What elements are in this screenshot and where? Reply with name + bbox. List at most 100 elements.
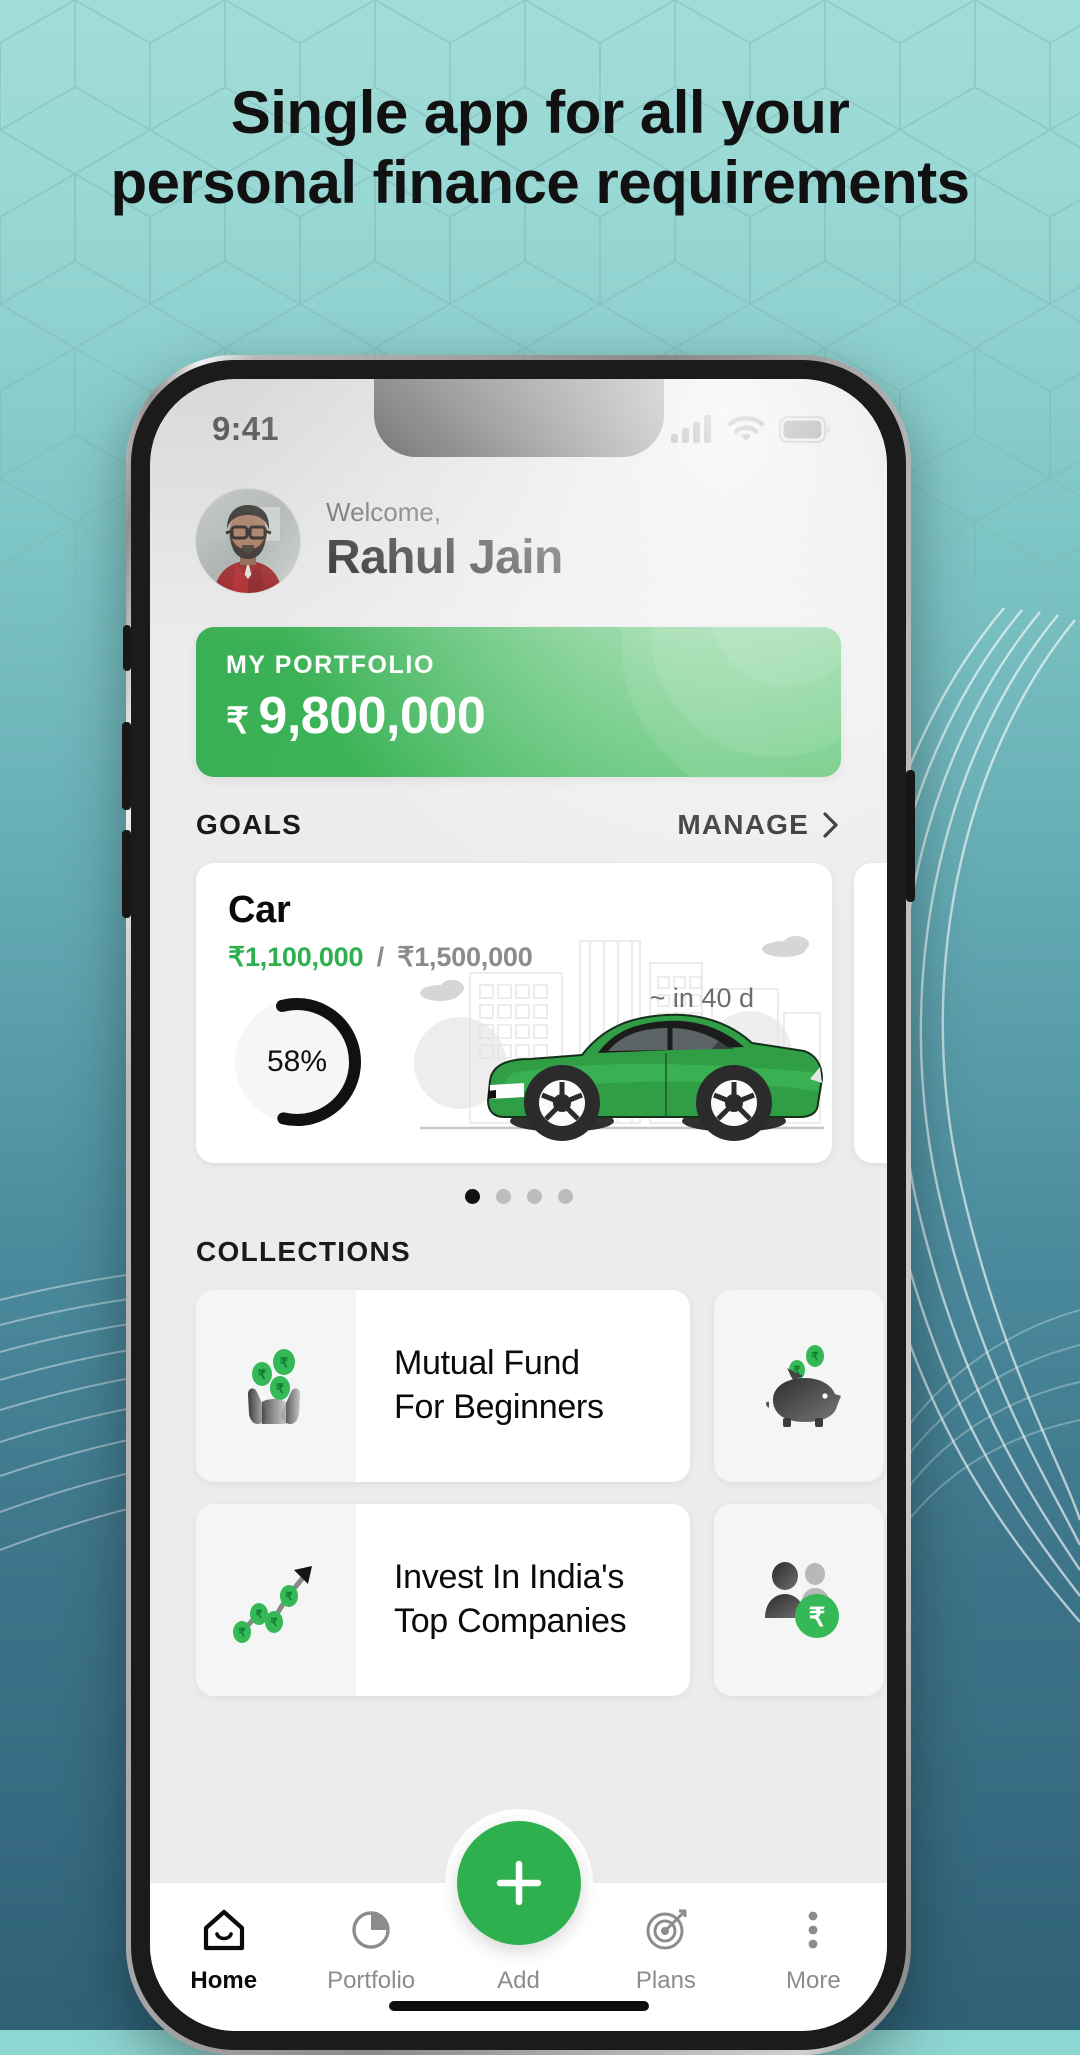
svg-text:₹: ₹ <box>812 1351 819 1363</box>
goal-card[interactable]: House ₹2,400,000 / ₹8,000,000 ~ in 90 d <box>854 863 887 1163</box>
collection-title-line-2: For Beginners <box>394 1388 604 1426</box>
promo-headline: Single app for all your personal finance… <box>0 78 1080 218</box>
goals-section-title: GOALS <box>196 809 303 840</box>
collections-list: ₹ ₹ ₹ Mutual Fund For Beginners ₹ ₹ ₹ ₹ … <box>150 1290 887 1696</box>
target-icon <box>646 1909 687 1950</box>
portfolio-amount: ₹ 9,800,000 <box>226 686 811 746</box>
svg-text:₹: ₹ <box>256 1609 263 1621</box>
goal-amount-separator: / <box>376 942 385 972</box>
goal-card[interactable]: Car ₹1,100,000 / ₹1,500,000 ~ in 40 d 58… <box>196 863 832 1163</box>
svg-text:₹: ₹ <box>258 1367 267 1382</box>
user-avatar[interactable] <box>196 489 300 593</box>
goal-amounts: ₹1,100,000 / ₹1,500,000 <box>196 932 832 973</box>
collection-title-line-1: Invest In India's <box>394 1558 625 1597</box>
collections-section-title: COLLECTIONS <box>196 1236 411 1267</box>
piggy-bank-icon: ₹₹ <box>766 1345 841 1427</box>
bottom-tab-bar: Home Portfolio Add Plans More <box>150 1809 887 2031</box>
portfolio-amount-value: 9,800,000 <box>258 687 486 745</box>
collections-row[interactable]: ₹ ₹ ₹ ₹ Invest In India's Top Companies <box>196 1504 887 1696</box>
svg-text:₹: ₹ <box>809 1602 826 1632</box>
user-name: Rahul Jain <box>326 531 563 585</box>
goal-current-amount: ₹1,100,000 <box>228 942 364 972</box>
plus-icon <box>496 1860 541 1906</box>
headline-line-1: Single app for all your <box>230 79 850 146</box>
phone-screen: 9:41 Welcome, Rahul Jain MY PORTFOLIO ₹ … <box>150 379 887 2031</box>
tab-home[interactable]: Home <box>150 1905 297 2031</box>
add-button[interactable] <box>456 1821 581 1945</box>
goal-progress-ring: 58% <box>226 991 368 1133</box>
profile-header[interactable]: Welcome, Rahul Jain <box>150 465 887 593</box>
app-content: Welcome, Rahul Jain MY PORTFOLIO ₹ 9,800… <box>150 465 887 2031</box>
collection-title: Mutual Fund For Beginners <box>356 1290 690 1482</box>
portfolio-label: MY PORTFOLIO <box>226 651 436 679</box>
goal-current-amount: ₹2,400,000 <box>886 942 887 972</box>
collection-icon-wrap: ₹ ₹ ₹ ₹ <box>196 1504 356 1696</box>
tab-plans-label: Plans <box>635 1967 696 1994</box>
goal-target-amount: ₹1,500,000 <box>397 942 533 972</box>
goals-section-header: GOALS MANAGE <box>150 809 887 841</box>
goal-amounts: ₹2,400,000 / ₹8,000,000 <box>854 932 887 973</box>
wifi-icon <box>727 416 765 441</box>
phone-mute-switch[interactable] <box>123 625 131 671</box>
phone-volume-down-button[interactable] <box>122 830 131 918</box>
avatar-photo <box>196 489 300 593</box>
headline-line-2: personal finance requirements <box>110 149 970 217</box>
manage-goals-button[interactable]: MANAGE <box>677 809 841 841</box>
goal-title: House <box>854 863 887 932</box>
pagination-dot[interactable] <box>526 1189 542 1204</box>
svg-text:₹: ₹ <box>271 1617 278 1629</box>
goal-progress-label: 30% <box>884 991 887 1133</box>
welcome-label: Welcome, <box>326 496 442 527</box>
home-icon <box>203 1909 244 1951</box>
tab-more-label: More <box>785 1967 841 1994</box>
portfolio-card[interactable]: MY PORTFOLIO ₹ 9,800,000 <box>196 627 841 777</box>
collections-section-header: COLLECTIONS <box>150 1236 887 1268</box>
pagination-dot[interactable] <box>495 1189 511 1204</box>
collection-title-line-2: Top Companies <box>394 1602 627 1640</box>
pagination-dot-active[interactable] <box>464 1189 480 1204</box>
rupee-symbol: ₹ <box>226 700 249 741</box>
svg-text:₹: ₹ <box>276 1381 285 1396</box>
pie-chart-icon <box>352 1911 390 1949</box>
svg-text:₹: ₹ <box>239 1627 246 1639</box>
tab-home-label: Home <box>190 1967 258 1994</box>
goal-progress-ring: 30% <box>884 991 887 1133</box>
status-bar-icons <box>671 415 831 443</box>
pagination-dot[interactable] <box>557 1189 573 1204</box>
status-bar: 9:41 <box>150 379 887 465</box>
collection-title-line-1: Mutual Fund <box>394 1344 580 1383</box>
phone-bezel: 9:41 Welcome, Rahul Jain MY PORTFOLIO ₹ … <box>122 360 915 2050</box>
profile-text: Welcome, Rahul Jain <box>326 497 563 585</box>
collection-card[interactable]: ₹ <box>714 1504 884 1696</box>
collection-icon-wrap: ₹ ₹ ₹ <box>196 1290 356 1482</box>
three-dots-vertical-icon <box>808 1911 818 1949</box>
phone-volume-up-button[interactable] <box>122 722 131 810</box>
rising-chart-rupee-icon: ₹ ₹ ₹ ₹ <box>233 1566 312 1643</box>
tab-portfolio-label: Portfolio <box>327 1967 416 1994</box>
collection-card[interactable]: ₹ ₹ ₹ Mutual Fund For Beginners <box>196 1290 690 1482</box>
battery-icon <box>779 415 830 443</box>
tab-more[interactable]: More <box>740 1905 887 2031</box>
goals-carousel[interactable]: Car ₹1,100,000 / ₹1,500,000 ~ in 40 d 58… <box>150 863 887 1163</box>
svg-text:₹: ₹ <box>280 1355 289 1370</box>
goal-eta: ~ in 40 d <box>649 983 754 1013</box>
collection-card[interactable]: ₹ ₹ <box>714 1290 884 1482</box>
tab-plans[interactable]: Plans <box>592 1905 739 2031</box>
phone-mockup: 9:41 Welcome, Rahul Jain MY PORTFOLIO ₹ … <box>122 355 915 2055</box>
manage-goals-label: MANAGE <box>677 809 809 840</box>
cellular-signal-icon <box>671 415 711 443</box>
goal-title: Car <box>228 889 291 931</box>
tab-portfolio[interactable]: Portfolio <box>297 1905 444 2031</box>
status-bar-clock: 9:41 <box>212 410 279 447</box>
svg-text:₹: ₹ <box>286 1591 293 1603</box>
goal-progress-label: 58% <box>266 1045 328 1078</box>
tab-add-label: Add <box>497 1967 540 1994</box>
collection-card[interactable]: ₹ ₹ ₹ ₹ Invest In India's Top Companies <box>196 1504 690 1696</box>
home-indicator <box>388 2001 649 2011</box>
chevron-right-icon <box>823 812 838 838</box>
collection-title: Invest In India's Top Companies <box>356 1504 690 1696</box>
collections-row[interactable]: ₹ ₹ ₹ Mutual Fund For Beginners ₹ ₹ <box>196 1290 887 1482</box>
group-rupee-icon: ₹ <box>765 1562 839 1638</box>
goals-pagination[interactable] <box>150 1189 887 1204</box>
phone-power-button[interactable] <box>906 770 915 902</box>
